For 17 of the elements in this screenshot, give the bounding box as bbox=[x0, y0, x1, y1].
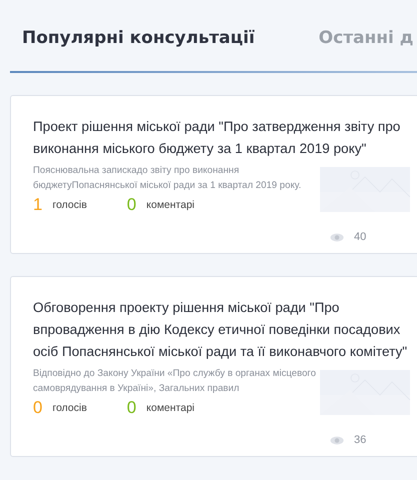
comments-count: 0 bbox=[126, 398, 136, 418]
comments-label: коментарі bbox=[146, 199, 195, 211]
eye-icon bbox=[330, 232, 344, 242]
card-title[interactable]: Проект рішення міської ради "Про затвердження звіту про виконання міського бюджету за 1 квартал 2019 року" bbox=[33, 116, 409, 160]
votes-label: голосів bbox=[52, 199, 87, 211]
comments-label: коментарі bbox=[146, 402, 195, 414]
views-count: 40 bbox=[354, 231, 366, 243]
card-description: Пояснювальна запискадо звіту про виконання бюджетуПопаснянської міської ради за 1 квартал 2019 року. bbox=[33, 164, 302, 193]
votes-label: голосів bbox=[52, 402, 87, 414]
votes-count: 1 bbox=[33, 195, 42, 215]
comments-count: 0 bbox=[126, 195, 136, 215]
votes-count: 0 bbox=[33, 398, 42, 418]
card-description: Відповідно до Закону України «Про службу в органах місцевого самоврядування в Україні», Загальних правил bbox=[33, 367, 317, 396]
tab[interactable]: Популярні консультації bbox=[22, 28, 255, 71]
views-count: 36 bbox=[354, 434, 366, 446]
eye-icon bbox=[330, 436, 344, 444]
card-title[interactable]: Обговорення проекту рішення міської ради "Про впровадження в дію Кодексу етичної поведінки посадових осіб Попаснянської міської ради та її виконавчого комітету" bbox=[33, 297, 409, 363]
